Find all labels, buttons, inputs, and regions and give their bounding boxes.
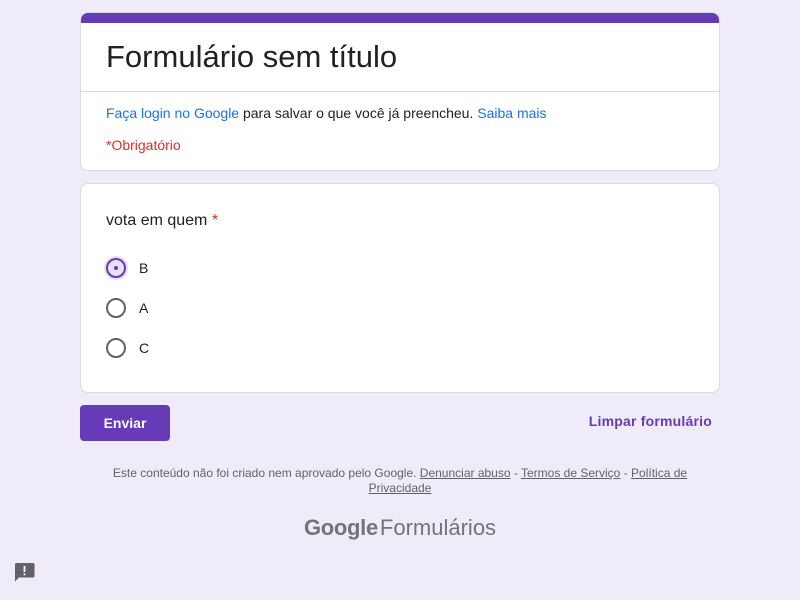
submit-button[interactable]: Enviar bbox=[80, 405, 170, 441]
radio-button[interactable] bbox=[106, 338, 126, 358]
radio-option-c[interactable]: C bbox=[104, 336, 149, 360]
brand-forms: Formulários bbox=[379, 515, 497, 540]
question-title: vota em quem * bbox=[106, 210, 218, 232]
radio-button-checked[interactable] bbox=[106, 258, 126, 278]
footer-separator: - bbox=[620, 466, 632, 480]
footer-disclaimer: Este conteúdo não foi criado nem aprovad… bbox=[100, 466, 700, 496]
form-header-card: Formulário sem título Faça login no Goog… bbox=[80, 12, 720, 171]
radio-option-label: A bbox=[139, 300, 149, 316]
clear-form-button[interactable]: Limpar formulário bbox=[589, 413, 712, 429]
google-login-link[interactable]: Faça login no Google bbox=[106, 105, 239, 121]
report-abuse-link[interactable]: Denunciar abuso bbox=[420, 466, 511, 480]
form-title: Formulário sem título bbox=[106, 39, 398, 74]
question-card: vota em quem * B A C bbox=[80, 183, 720, 393]
required-note: *Obrigatório bbox=[106, 137, 181, 153]
radio-option-b[interactable]: B bbox=[104, 256, 148, 280]
radio-option-label: B bbox=[139, 260, 149, 276]
learn-more-link[interactable]: Saiba mais bbox=[477, 105, 546, 121]
radio-button[interactable] bbox=[106, 298, 126, 318]
google-forms-logo[interactable]: GoogleFormulários bbox=[0, 515, 800, 541]
terms-link[interactable]: Termos de Serviço bbox=[521, 466, 620, 480]
radio-halo bbox=[104, 296, 128, 320]
disclaimer-text: Este conteúdo não foi criado nem aprovad… bbox=[112, 466, 420, 480]
radio-option-label: C bbox=[139, 340, 150, 356]
header-accent-bar bbox=[81, 13, 719, 23]
login-prompt: Faça login no Google para salvar o que v… bbox=[106, 103, 547, 123]
form-page: Formulário sem título Faça login no Goog… bbox=[0, 0, 800, 600]
footer-separator: - bbox=[510, 466, 521, 480]
radio-halo bbox=[104, 336, 128, 360]
login-prompt-text: para salvar o que você já preencheu. bbox=[239, 105, 478, 121]
header-divider bbox=[81, 91, 719, 92]
brand-google: Google bbox=[303, 515, 378, 540]
radio-option-a[interactable]: A bbox=[104, 296, 148, 320]
radio-halo bbox=[104, 256, 128, 280]
feedback-icon[interactable] bbox=[14, 562, 35, 582]
required-asterisk: * bbox=[211, 212, 219, 229]
question-text: vota em quem bbox=[106, 212, 208, 229]
